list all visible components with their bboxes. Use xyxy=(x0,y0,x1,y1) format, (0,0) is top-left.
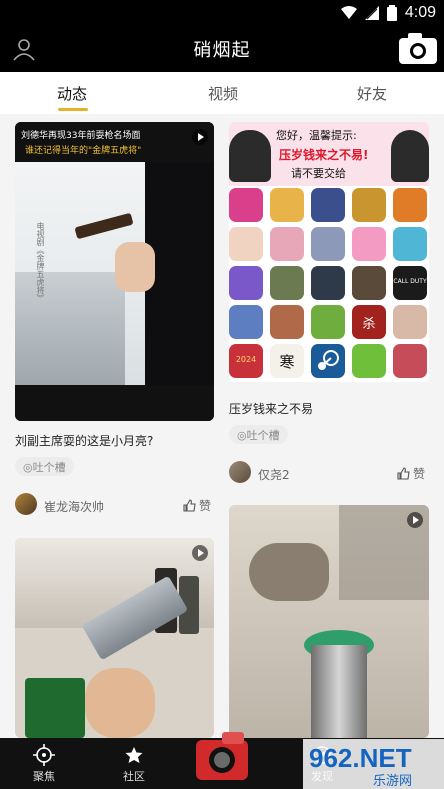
nav-community[interactable]: 社区 xyxy=(104,744,164,784)
like-label: 赞 xyxy=(413,467,426,481)
suit-arm xyxy=(145,162,214,385)
banner-line1: 您好，温馨提示: xyxy=(276,129,357,142)
nav-label: 社区 xyxy=(123,770,145,783)
cutting-mat xyxy=(25,678,85,738)
app-icon xyxy=(229,266,263,300)
nav-label: 聚焦 xyxy=(33,770,55,783)
video-frame: 电视剧《金牌五虎将》 xyxy=(15,162,214,385)
flashlight-body xyxy=(311,645,367,738)
han-icon: 寒 xyxy=(270,344,304,378)
tag-label: 吐个槽 xyxy=(32,461,66,474)
call-of-duty-icon: CALL DUTY xyxy=(393,266,427,300)
thumbs-up-icon xyxy=(397,467,410,480)
app-icon xyxy=(352,188,386,222)
feed-tabs: 动态 视频 好友 xyxy=(0,72,444,114)
app-icon xyxy=(229,227,263,261)
app-icon xyxy=(352,344,386,378)
watermark-text: 962.NET xyxy=(309,743,412,773)
site-watermark: 962.NET 乐游网 xyxy=(303,739,444,789)
page-title: 硝烟起 xyxy=(193,40,251,61)
tab-dynamic[interactable]: 动态 xyxy=(57,83,87,104)
app-icon xyxy=(393,344,427,378)
signal-icon xyxy=(364,6,379,20)
year-2024-icon: 2024 xyxy=(229,344,263,378)
crosshair-icon xyxy=(33,744,55,766)
author-name[interactable]: 崔龙海次帅 xyxy=(44,498,104,515)
app-icon xyxy=(311,188,345,222)
app-icon xyxy=(229,305,263,339)
banner-line3: 请不要交给 xyxy=(291,167,346,180)
meme-banner: 您好，温馨提示: 压岁钱来之不易! 请不要交给 xyxy=(229,122,429,186)
feed-card-image[interactable]: 您好，温馨提示: 压岁钱来之不易! 请不要交给 CALL DUTY 杀 2024… xyxy=(229,122,429,382)
at-icon: ◎ xyxy=(23,461,33,474)
battery-icon xyxy=(386,5,397,21)
like-label: 赞 xyxy=(199,499,212,513)
app-icon xyxy=(229,188,263,222)
like-button[interactable]: 赞 xyxy=(397,465,425,482)
sanguosha-icon: 杀 xyxy=(352,305,386,339)
app-icon xyxy=(311,305,345,339)
post-caption[interactable]: 压岁钱来之不易 xyxy=(229,400,313,417)
topic-tag[interactable]: ◎吐个槽 xyxy=(229,425,288,444)
app-icon xyxy=(270,305,304,339)
camera-center-button[interactable] xyxy=(192,726,252,786)
app-icon xyxy=(270,266,304,300)
tag-label: 吐个槽 xyxy=(246,429,280,442)
hand xyxy=(85,668,155,738)
tab-video[interactable]: 视频 xyxy=(208,83,238,104)
camera-center-icon xyxy=(196,732,248,780)
status-bar: 4:09 xyxy=(0,0,444,26)
app-icon xyxy=(311,266,345,300)
bear-right xyxy=(391,130,429,182)
avatar[interactable] xyxy=(229,461,251,483)
play-icon xyxy=(407,512,423,528)
feed-card-video-3[interactable] xyxy=(229,505,429,738)
camera-icon[interactable] xyxy=(398,30,438,66)
status-time: 4:09 xyxy=(404,4,436,21)
thumbs-up-icon xyxy=(183,499,196,512)
at-icon: ◎ xyxy=(237,429,247,442)
app-icon xyxy=(393,188,427,222)
like-button[interactable]: 赞 xyxy=(183,497,211,514)
author-name[interactable]: 仅尧2 xyxy=(258,466,290,483)
pistol xyxy=(74,212,134,240)
cat xyxy=(249,543,329,601)
app-icon-grid: CALL DUTY 杀 2024 寒 xyxy=(229,188,429,382)
video-overlay-line2: 谁还记得当年的"金牌五虎将" xyxy=(25,146,142,156)
wifi-icon xyxy=(340,6,357,19)
steam-icon xyxy=(311,344,345,378)
app-icon xyxy=(352,266,386,300)
hand xyxy=(115,242,155,292)
app-header: 硝烟起 xyxy=(0,26,444,72)
app-icon xyxy=(270,227,304,261)
video-bottom-bar xyxy=(15,385,214,421)
app-icon xyxy=(393,227,427,261)
app-icon xyxy=(352,227,386,261)
watermark-subtext: 乐游网 xyxy=(373,774,412,789)
star-badge-icon xyxy=(125,747,143,763)
video-overlay-line1: 刘德华再现33年前耍枪名场面 xyxy=(21,131,141,141)
app-icon xyxy=(311,227,345,261)
feed-card-video[interactable]: 刘德华再现33年前耍枪名场面 谁还记得当年的"金牌五虎将" 电视剧《金牌五虎将》 xyxy=(15,122,214,421)
feed-card-video-2[interactable] xyxy=(15,538,214,738)
post-caption[interactable]: 刘副主席耍的这是小月亮? xyxy=(15,432,153,449)
bear-left xyxy=(229,130,271,182)
banner-line2: 压岁钱来之不易! xyxy=(279,148,369,162)
app-icon xyxy=(270,188,304,222)
play-icon xyxy=(192,545,208,561)
active-tab-indicator xyxy=(58,108,88,111)
video-side-text: 电视剧《金牌五虎将》 xyxy=(36,222,45,302)
topic-tag[interactable]: ◎吐个槽 xyxy=(15,457,74,476)
tab-friends[interactable]: 好友 xyxy=(357,83,387,104)
nav-focus[interactable]: 聚焦 xyxy=(14,744,74,784)
video-title-banner: 刘德华再现33年前耍枪名场面 谁还记得当年的"金牌五虎将" xyxy=(15,122,214,162)
avatar[interactable] xyxy=(15,493,37,515)
city-skyline xyxy=(15,272,125,385)
app-icon xyxy=(393,305,427,339)
play-icon xyxy=(192,129,208,145)
